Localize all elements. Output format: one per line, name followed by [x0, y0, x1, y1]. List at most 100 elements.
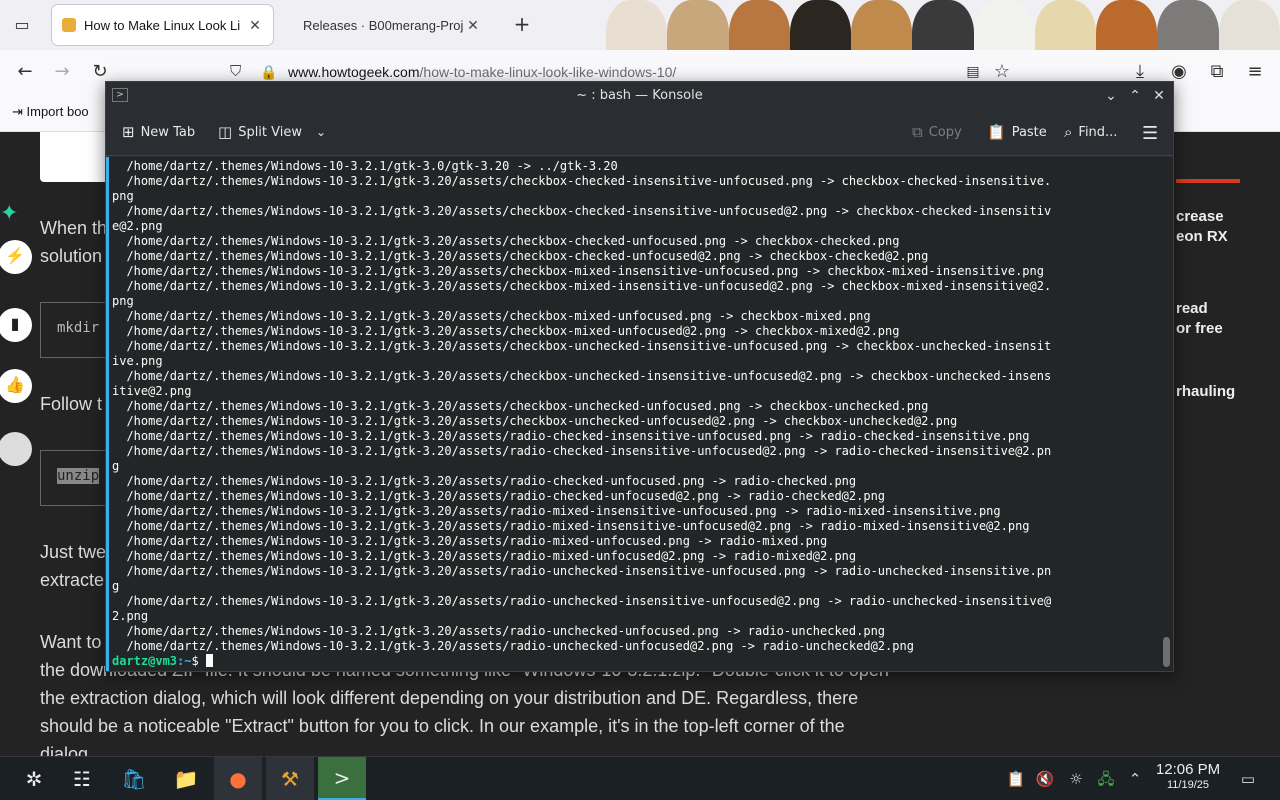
new-tab-icon[interactable]: +	[510, 13, 534, 37]
article-text: When th	[40, 218, 108, 238]
tab-title: Releases · B00merang-Proj	[303, 17, 464, 33]
import-bookmarks-button[interactable]: ⇥ Import boo	[12, 104, 89, 120]
terminal-line: /home/dartz/.themes/Windows-10-3.2.1/gtk…	[112, 414, 958, 428]
terminal-line: /home/dartz/.themes/Windows-10-3.2.1/gtk…	[112, 234, 900, 248]
volume-muted-icon[interactable]: 🔇	[1035, 769, 1055, 789]
menu-hamburger-icon[interactable]: ≡	[1243, 60, 1267, 84]
bookmark-share-icon[interactable]: ▮	[0, 308, 32, 342]
sidebar-link[interactable]: eon RX	[1176, 228, 1228, 245]
chevron-down-icon[interactable]: ⌄	[316, 125, 326, 139]
url-path: /how-to-make-linux-look-like-windows-10/	[419, 64, 677, 80]
minimize-icon[interactable]: ⌄	[1101, 86, 1121, 106]
article-text: solution	[40, 246, 103, 266]
terminal-line: /home/dartz/.themes/Windows-10-3.2.1/gtk…	[112, 339, 1052, 353]
konsole-toolbar: ⊞ New Tab ◫ Split View ⌄ ⧉ Copy 📋 Paste …	[106, 110, 1173, 156]
terminal-line: e@2.png	[112, 219, 163, 233]
terminal-line: g	[112, 579, 120, 593]
firefox-icon[interactable]: ●	[214, 757, 262, 800]
text-cursor	[205, 654, 213, 667]
article-text: extracte	[40, 570, 105, 590]
terminal-line: /home/dartz/.themes/Windows-10-3.2.1/gtk…	[112, 309, 871, 323]
copy-button[interactable]: ⧉ Copy	[912, 123, 962, 141]
howtogeek-favicon-icon	[62, 18, 76, 32]
terminal-line: /home/dartz/.themes/Windows-10-3.2.1/gtk…	[112, 504, 1001, 518]
terminal-output[interactable]: /home/dartz/.themes/Windows-10-3.2.1/gtk…	[112, 159, 1158, 669]
back-arrow-icon[interactable]: ←	[13, 60, 37, 84]
tab-releases[interactable]: Releases · B00merang-Proj ✕	[293, 5, 491, 45]
terminal-line: /home/dartz/.themes/Windows-10-3.2.1/gtk…	[112, 279, 1052, 293]
terminal-line: /home/dartz/.themes/Windows-10-3.2.1/gtk…	[112, 444, 1052, 458]
digital-clock[interactable]: 12:06 PM 11/19/25	[1148, 761, 1228, 791]
article-text: Want to	[40, 632, 102, 652]
article-text: Follow t	[40, 394, 103, 414]
tab-list-icon[interactable]: ▭	[10, 13, 34, 37]
tab-howtogeek[interactable]: How to Make Linux Look Li ✕	[52, 5, 273, 45]
brightness-icon[interactable]: ☼	[1066, 769, 1086, 789]
konsole-taskbar-icon[interactable]: >	[318, 757, 366, 800]
terminal-area[interactable]: /home/dartz/.themes/Windows-10-3.2.1/gtk…	[106, 157, 1173, 671]
sidebar-link[interactable]: read	[1176, 300, 1208, 317]
network-icon[interactable]: 🖧	[1096, 769, 1116, 789]
article-text: should be a noticeable "Extract" button …	[40, 716, 845, 736]
prompt-user: dartz@vm3	[112, 654, 178, 668]
import-bookmarks-label: Import boo	[26, 104, 89, 119]
konsole-titlebar[interactable]: > ~ : bash — Konsole ⌄ ⌃ ✕	[106, 82, 1173, 110]
maximize-icon[interactable]: ⌃	[1125, 86, 1145, 106]
app-launcher-icon[interactable]: ✲	[10, 757, 58, 800]
show-hidden-icons-chevron-up-icon[interactable]: ⌃	[1125, 769, 1145, 789]
scrollbar-thumb[interactable]	[1163, 637, 1170, 667]
terminal-line: /home/dartz/.themes/Windows-10-3.2.1/gtk…	[112, 639, 914, 653]
tab-bar: ▭ How to Make Linux Look Li ✕ Releases ·…	[0, 0, 1280, 82]
code-text: unzip	[57, 468, 100, 484]
sidebar-link[interactable]: rhauling	[1176, 383, 1235, 400]
close-tab-icon[interactable]: ✕	[247, 17, 263, 34]
copy-label: Copy	[928, 124, 962, 140]
terminal-line: /home/dartz/.themes/Windows-10-3.2.1/gtk…	[112, 534, 828, 548]
system-settings-icon[interactable]: ☷	[58, 757, 106, 800]
search-icon: ⌕	[1064, 123, 1073, 141]
terminal-line: /home/dartz/.themes/Windows-10-3.2.1/gtk…	[112, 594, 1052, 608]
terminal-line: /home/dartz/.themes/Windows-10-3.2.1/gtk…	[112, 489, 886, 503]
terminal-line: png	[112, 189, 134, 203]
close-tab-icon[interactable]: ✕	[465, 17, 481, 34]
sidebar-divider	[1176, 179, 1240, 183]
hamburger-menu-icon[interactable]: ☰	[1142, 123, 1158, 144]
article-text: the extraction dialog, which will look d…	[40, 688, 859, 708]
like-icon[interactable]: 👍	[0, 369, 32, 403]
extensions-icon[interactable]: ⧉	[1205, 60, 1229, 84]
discover-store-icon[interactable]: 🛍	[110, 757, 158, 800]
close-window-icon[interactable]: ✕	[1149, 86, 1169, 106]
terminal-line: /home/dartz/.themes/Windows-10-3.2.1/gtk…	[112, 474, 857, 488]
paste-icon: 📋	[987, 123, 1006, 141]
sidebar-link[interactable]: crease	[1176, 208, 1224, 225]
show-desktop-icon[interactable]: ▭	[1238, 769, 1258, 789]
sparkle-icon: ✦	[0, 200, 19, 225]
terminal-line: /home/dartz/.themes/Windows-10-3.2.1/gtk…	[112, 204, 1052, 218]
paste-label: Paste	[1011, 124, 1047, 140]
terminal-prompt[interactable]: dartz@vm3:~$	[112, 654, 1158, 669]
terminal-line: /home/dartz/.themes/Windows-10-3.2.1/gtk…	[112, 159, 618, 173]
terminal-scrollbar[interactable]	[1162, 157, 1170, 671]
sidebar-link[interactable]: or free	[1176, 320, 1223, 337]
split-view-button[interactable]: ◫ Split View ⌄	[218, 123, 326, 141]
terminal-line: itive@2.png	[112, 384, 192, 398]
avatar[interactable]	[0, 432, 32, 466]
terminal-line: png	[112, 294, 134, 308]
prompt-symbol: $	[191, 654, 206, 668]
clipboard-icon[interactable]: 📋	[1006, 769, 1026, 789]
terminal-line: /home/dartz/.themes/Windows-10-3.2.1/gtk…	[112, 324, 900, 338]
new-tab-button[interactable]: ⊞ New Tab	[122, 123, 195, 141]
clock-date: 11/19/25	[1166, 779, 1209, 791]
paste-button[interactable]: 📋 Paste	[987, 123, 1047, 141]
terminal-line: 2.png	[112, 609, 149, 623]
terminal-line: /home/dartz/.themes/Windows-10-3.2.1/gtk…	[112, 549, 857, 563]
find-button[interactable]: ⌕ Find...	[1064, 123, 1117, 141]
archive-manager-icon[interactable]: ⚒	[266, 757, 314, 800]
file-manager-icon[interactable]: 📁	[162, 757, 210, 800]
terminal-line: /home/dartz/.themes/Windows-10-3.2.1/gtk…	[112, 564, 1052, 578]
tab-title: How to Make Linux Look Li	[84, 17, 241, 33]
forward-arrow-icon[interactable]: →	[50, 60, 74, 84]
terminal-line: /home/dartz/.themes/Windows-10-3.2.1/gtk…	[112, 369, 1052, 383]
flash-share-icon[interactable]: ⚡	[0, 240, 32, 274]
find-label: Find...	[1078, 124, 1118, 140]
